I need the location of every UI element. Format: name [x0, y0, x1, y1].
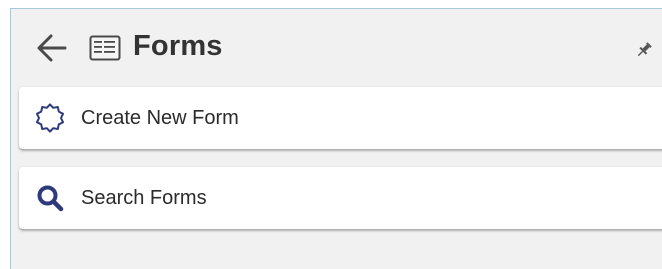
search-forms-label: Search Forms — [81, 187, 207, 209]
arrow-left-icon — [37, 34, 67, 62]
page-title: Forms — [133, 30, 223, 62]
pin-icon — [637, 42, 652, 57]
pin-button[interactable] — [635, 41, 653, 59]
create-new-form-button[interactable]: Create New Form — [19, 87, 662, 149]
back-button[interactable] — [35, 31, 69, 65]
panel-header: Forms — [11, 9, 662, 85]
search-forms-button[interactable]: Search Forms — [19, 167, 662, 229]
forms-list-icon — [89, 35, 121, 61]
search-icon — [35, 183, 65, 213]
create-new-form-label: Create New Form — [81, 107, 239, 129]
badge-outline-icon — [35, 103, 65, 133]
